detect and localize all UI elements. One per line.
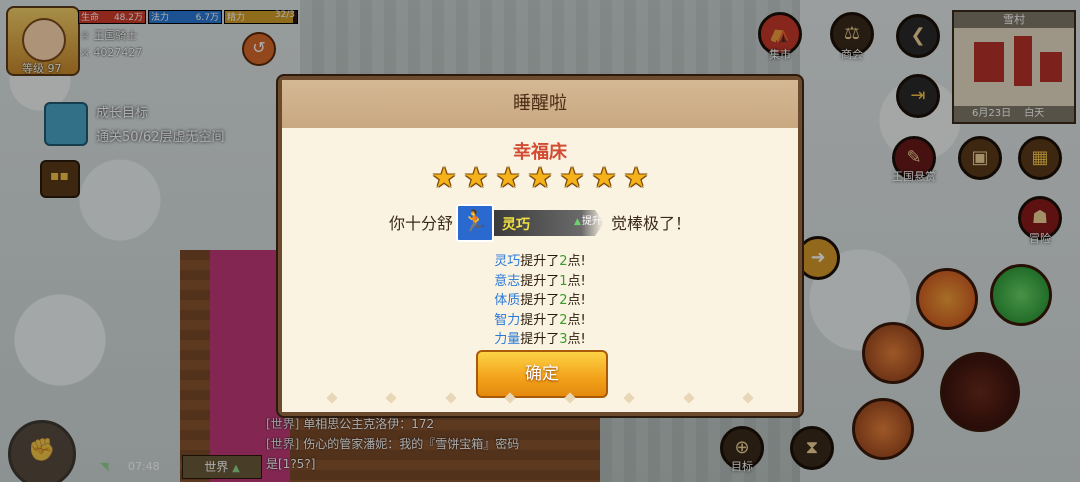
buff-up-label: 提升 [574,212,602,227]
star-icon: ★ [495,161,521,194]
diamond-ornament [326,392,338,404]
stat-num: 2 [559,312,568,328]
stat-line: 体质提升了2点! [282,291,798,311]
stat-num: 2 [559,293,568,308]
game-scene: 等级 97 生命 48.2万 法力 6.7万 精力 32/3 ♕ 王国骑士 ⚔ … [0,0,1080,482]
diamond-ornament [742,392,754,404]
diamond-ornament [445,392,457,404]
stat-name: 体质 [494,293,521,308]
stat-end: 点! [567,293,586,308]
stat-line: 灵巧提升了2点! [282,252,798,272]
dialog-body: 幸福床 ★★★★★★★ 你十分舒觉棒极了！ 🏃 灵巧 提升 灵巧提升了2点! 意… [282,128,798,412]
stat-end: 点! [567,312,586,328]
stat-line: 力量提升了3点! [282,330,798,346]
running-man-icon: 🏃 [456,204,494,242]
star-icon: ★ [527,161,553,194]
star-icon: ★ [431,161,457,194]
star-icon: ★ [623,161,649,194]
star-icon: ★ [463,161,489,194]
stat-line: 智力提升了2点! [282,311,798,331]
buff-name: 灵巧 [502,217,530,233]
star-icon: ★ [591,161,617,194]
stat-end: 点! [567,273,586,289]
stat-gains: 灵巧提升了2点! 意志提升了1点! 体质提升了2点! 智力提升了2点! 力量提升… [282,252,798,346]
stat-mid: 提升了 [520,293,560,308]
diamond-ornament [623,392,635,404]
stat-end: 点! [567,254,586,269]
wake-up-dialog: 睡醒啦 幸福床 ★★★★★★★ 你十分舒觉棒极了！ 🏃 灵巧 提升 灵巧提升了2… [278,76,802,416]
diamond-ornament [385,392,397,404]
star-rating: ★ ★ ★ ★ ★ ★ ★ [282,164,798,192]
stat-name: 智力 [494,312,521,328]
stat-mid: 提升了 [520,254,560,269]
buff-popup: 🏃 灵巧 提升 [456,204,606,244]
stat-end: 点! [567,332,586,346]
stat-name: 灵巧 [494,254,521,269]
sleep-message-end: 觉棒极了！ [611,214,692,233]
stat-num: 1 [559,273,568,289]
confirm-button[interactable]: 确定 [476,350,608,398]
stat-mid: 提升了 [520,312,560,328]
dialog-decoration [282,392,798,404]
stat-line: 意志提升了1点! [282,272,798,292]
stat-num: 2 [559,254,568,269]
diamond-ornament [504,392,516,404]
stat-num: 3 [559,332,568,346]
star-icon: ★ [559,161,585,194]
stat-mid: 提升了 [520,273,560,289]
stat-name: 力量 [494,332,521,346]
diamond-ornament [564,392,576,404]
diamond-ornament [683,392,695,404]
stat-name: 意志 [494,273,521,289]
dialog-title: 睡醒啦 [282,80,798,131]
stat-mid: 提升了 [520,332,560,346]
sleep-message-start: 你十分舒 [388,214,453,233]
